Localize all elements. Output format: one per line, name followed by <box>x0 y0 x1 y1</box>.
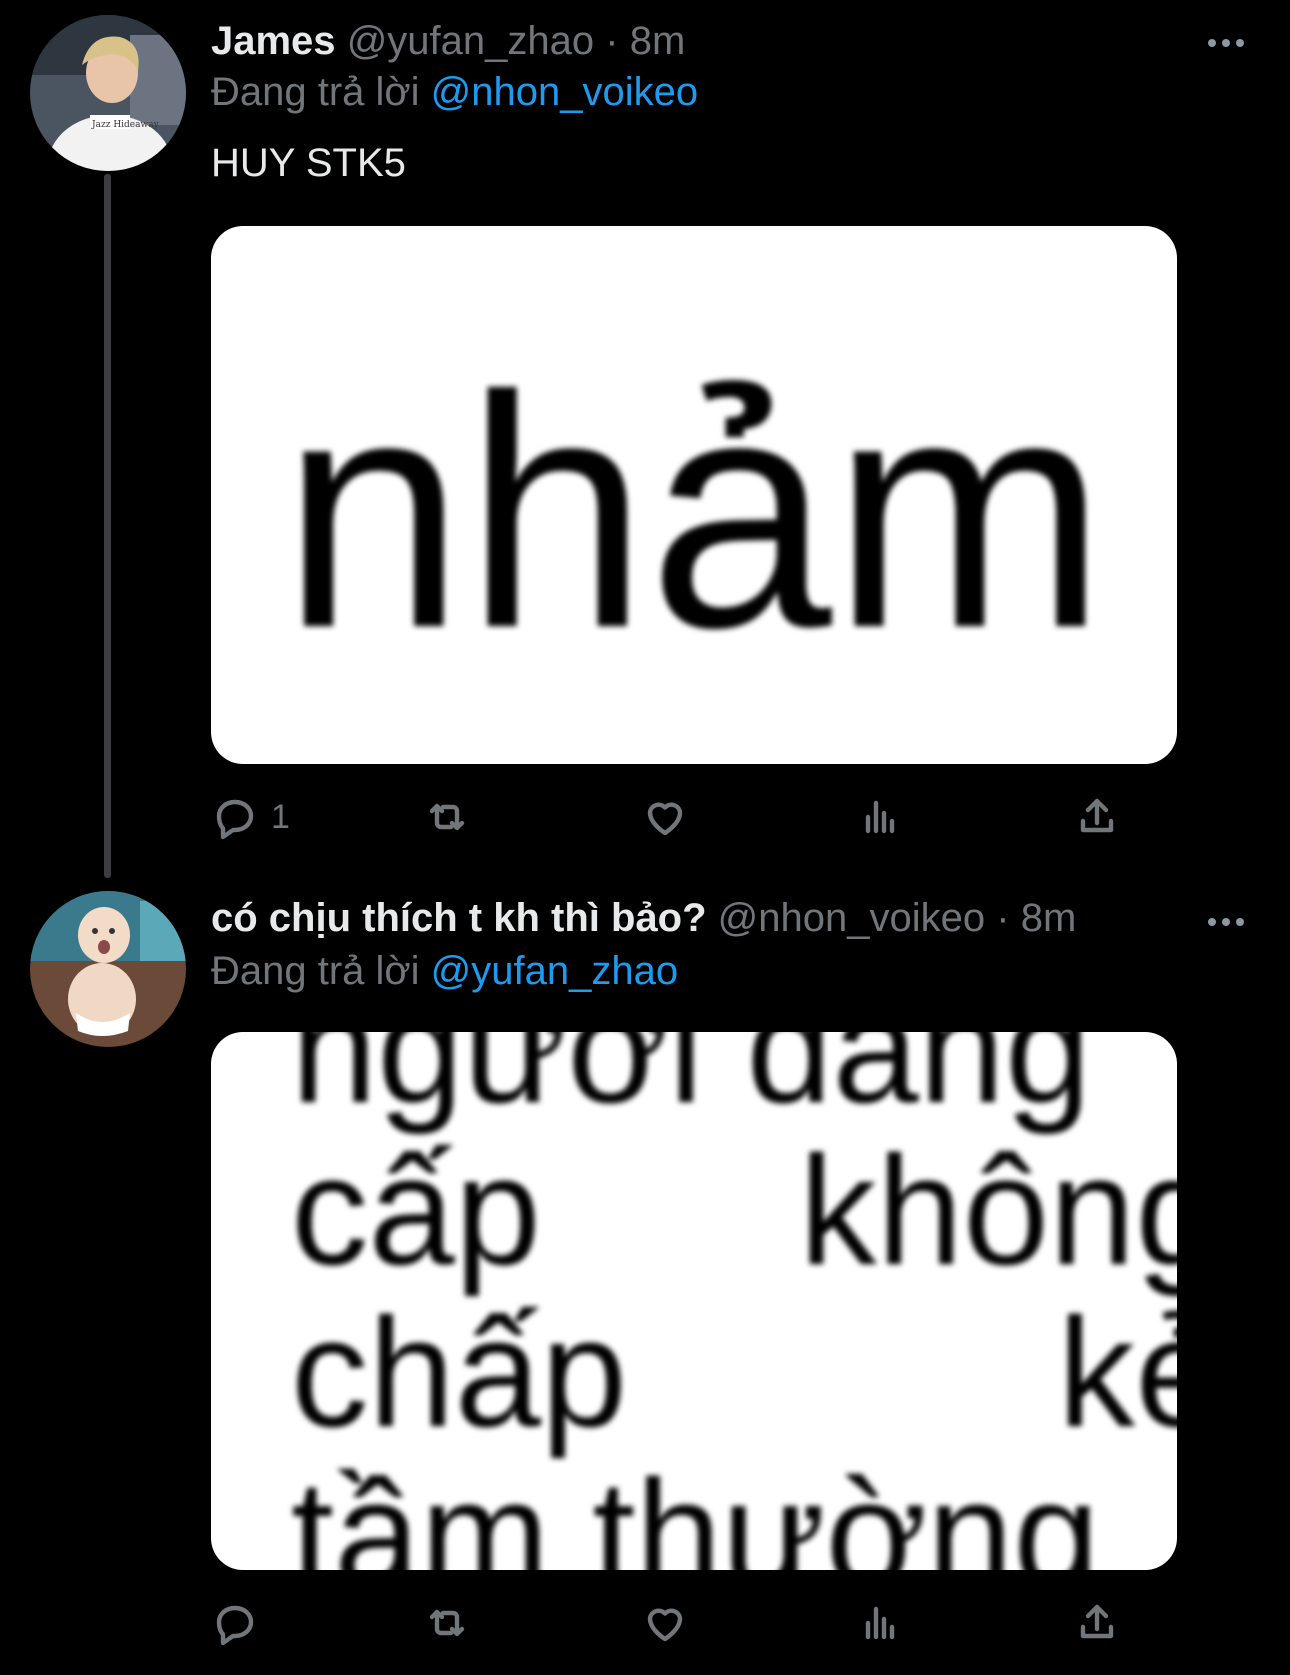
retweet-button[interactable] <box>423 790 471 844</box>
author-handle[interactable]: @nhon_voikeo <box>718 896 985 940</box>
share-upload-icon <box>1080 798 1114 833</box>
more-options-icon[interactable] <box>1208 33 1248 53</box>
author-handle[interactable]: @yufan_zhao <box>347 19 594 63</box>
media-word-text: nhảm <box>281 327 1106 696</box>
svg-text:Jazz Hideaway: Jazz Hideaway <box>91 120 160 130</box>
like-button[interactable] <box>641 1596 689 1650</box>
header-separator: · <box>605 19 619 63</box>
media-line-1: người đẳng <box>291 1032 1091 1135</box>
share-button[interactable] <box>1073 790 1121 844</box>
retweet-button[interactable] <box>423 1596 471 1650</box>
analytics-button[interactable] <box>856 1596 904 1650</box>
analytics-button[interactable] <box>856 790 904 844</box>
heart-icon <box>647 1608 683 1642</box>
reply-icon <box>216 799 254 840</box>
tweet-media-image[interactable]: nhảm <box>211 226 1177 764</box>
analytics-bars-icon <box>865 800 895 834</box>
more-options-icon[interactable] <box>1208 912 1248 932</box>
media-image-content: nhảm <box>281 327 1106 696</box>
reply-button[interactable]: 1 <box>211 790 290 844</box>
tweet-media-image[interactable]: người đẳng cấp không chấp kẻ tầm thường <box>211 1032 1177 1570</box>
reply-prefix: Đang trả lời <box>211 949 420 993</box>
retweet-icon <box>429 803 465 831</box>
author-name[interactable]: có chịu thích t kh thì bảo? <box>211 896 707 940</box>
user-avatar-baby-icon <box>30 891 186 1047</box>
reply-context: Đang trả lời @yufan_zhao <box>211 947 678 995</box>
share-button[interactable] <box>1073 1596 1121 1650</box>
like-button[interactable] <box>641 790 689 844</box>
retweet-icon <box>429 1609 465 1637</box>
reply-context: Đang trả lời @nhon_voikeo <box>211 68 698 116</box>
analytics-bars-icon <box>865 1606 895 1640</box>
media-line-2: cấp không <box>291 1124 1177 1297</box>
heart-icon <box>647 802 683 836</box>
header-separator: · <box>996 896 1010 940</box>
reply-mention-link[interactable]: @nhon_voikeo <box>431 70 698 114</box>
tweet-time[interactable]: 8m <box>1021 896 1077 940</box>
media-line-3: chấp kẻ <box>291 1286 1177 1459</box>
reply-mention-link[interactable]: @yufan_zhao <box>431 949 678 993</box>
reply-icon <box>216 1605 254 1646</box>
tweet-actions <box>211 1596 1141 1650</box>
tweet-text: HUY STK5 <box>211 141 406 185</box>
tweet-time[interactable]: 8m <box>630 19 686 63</box>
reply-count: 1 <box>271 797 290 836</box>
media-image-content: người đẳng cấp không chấp kẻ tầm thường <box>291 1032 1177 1570</box>
tweet-header: có chịu thích t kh thì bảo? @nhon_voikeo… <box>211 894 1076 942</box>
media-line-4: tầm thường <box>291 1448 1100 1570</box>
tweet-actions: 1 <box>211 790 1141 844</box>
tweet-header: James @yufan_zhao · 8m <box>211 17 685 65</box>
tweet-1[interactable]: Jazz Hideaway James @yufan_zhao · 8m Đan… <box>0 0 1290 880</box>
avatar[interactable] <box>30 891 186 1047</box>
tweet-2[interactable]: có chịu thích t kh thì bảo? @nhon_voikeo… <box>0 880 1290 1675</box>
reply-button[interactable] <box>211 1596 271 1650</box>
reply-prefix: Đang trả lời <box>211 70 420 114</box>
share-upload-icon <box>1080 1604 1114 1639</box>
user-avatar-blond-icon: Jazz Hideaway <box>30 15 186 171</box>
avatar[interactable]: Jazz Hideaway <box>30 15 186 171</box>
author-name[interactable]: James <box>211 19 336 63</box>
